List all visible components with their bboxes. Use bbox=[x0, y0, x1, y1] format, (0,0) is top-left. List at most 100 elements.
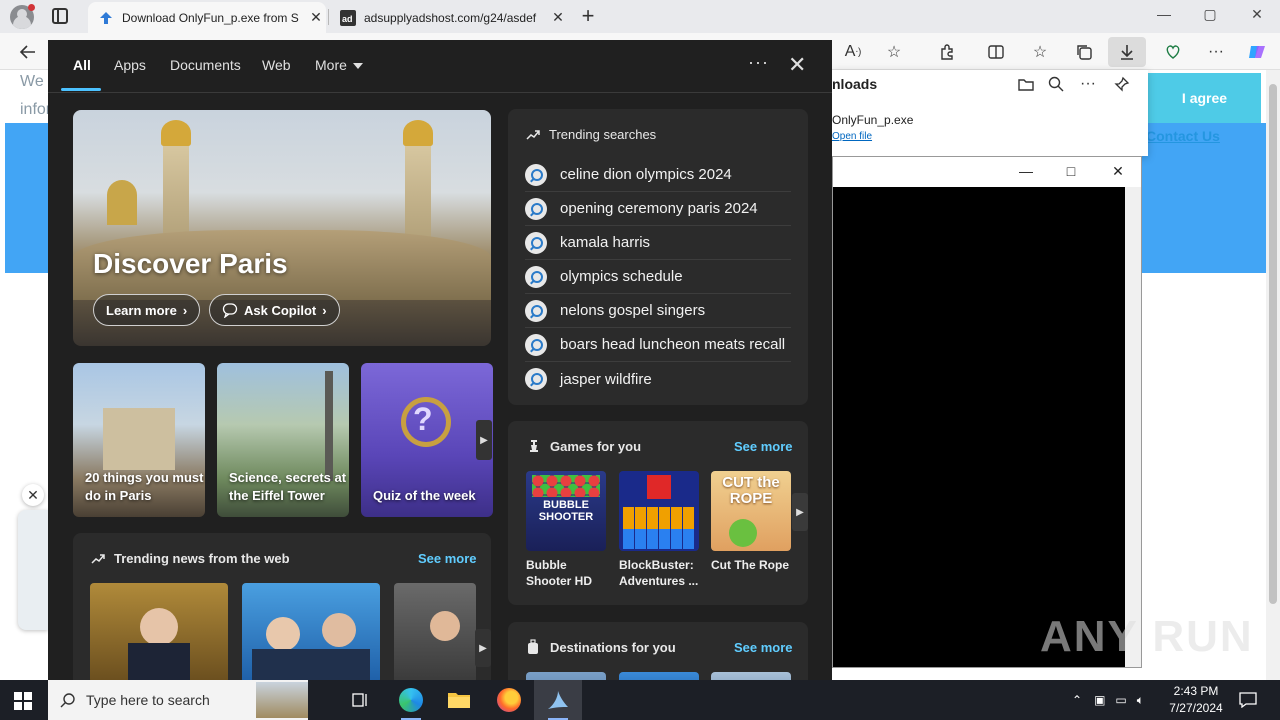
app-window: — □ ✕ bbox=[832, 156, 1142, 668]
person-image bbox=[140, 608, 178, 646]
split-screen-icon[interactable] bbox=[986, 42, 1006, 62]
open-file-link[interactable]: Open file bbox=[832, 131, 872, 142]
carousel-next-button[interactable]: ▶ bbox=[476, 420, 492, 460]
close-tab-icon[interactable]: ✕ bbox=[306, 9, 326, 26]
minimize-window-button[interactable]: — bbox=[1152, 6, 1176, 22]
tab-documents[interactable]: Documents bbox=[170, 57, 241, 73]
tab-more[interactable]: More bbox=[315, 57, 363, 73]
notification-dot-icon bbox=[28, 4, 35, 11]
contact-us-link[interactable]: Contact Us bbox=[1146, 128, 1220, 144]
more-options-icon[interactable]: ··· bbox=[748, 52, 769, 73]
close-window-button[interactable]: ✕ bbox=[1245, 6, 1269, 23]
search-icon bbox=[525, 333, 547, 356]
app-close-button[interactable]: ✕ bbox=[1108, 163, 1128, 180]
destinations-see-more-link[interactable]: See more bbox=[734, 640, 793, 655]
games-next-button[interactable]: ▶ bbox=[792, 493, 808, 531]
downloads-more-icon[interactable]: ··· bbox=[1078, 74, 1098, 94]
trending-search-item[interactable]: celine dion olympics 2024 bbox=[525, 158, 791, 192]
back-arrow-icon[interactable] bbox=[18, 42, 38, 62]
card-20-things-paris[interactable]: 20 things you must do in Paris bbox=[73, 363, 205, 517]
trending-search-item[interactable]: kamala harris bbox=[525, 226, 791, 260]
tab-download-onlyfun[interactable]: Download OnlyFun_p.exe from S ✕ bbox=[88, 2, 326, 33]
windows-start-icon[interactable] bbox=[14, 692, 32, 710]
app-minimize-button[interactable]: — bbox=[1016, 163, 1036, 179]
notifications-icon[interactable] bbox=[1224, 680, 1272, 720]
trending-search-item[interactable]: jasper wildfire bbox=[525, 362, 791, 396]
svg-text:ad: ad bbox=[342, 14, 353, 24]
extensions-icon[interactable] bbox=[937, 42, 957, 62]
trending-search-item[interactable]: nelons gospel singers bbox=[525, 294, 791, 328]
new-tab-button[interactable]: + bbox=[577, 3, 599, 29]
tab-all[interactable]: All bbox=[73, 57, 91, 73]
pin-icon[interactable] bbox=[1112, 74, 1132, 94]
taskbar-search-box[interactable]: Type here to search bbox=[48, 680, 308, 720]
destination-image[interactable] bbox=[526, 672, 606, 680]
floating-ad-card[interactable] bbox=[18, 510, 48, 630]
collections-icon[interactable] bbox=[1074, 42, 1094, 62]
meet-now-icon[interactable]: ▣ bbox=[1094, 693, 1105, 707]
restore-window-button[interactable]: ▢ bbox=[1198, 6, 1222, 23]
file-explorer-icon[interactable] bbox=[435, 680, 483, 720]
news-next-button[interactable]: ▶ bbox=[475, 629, 491, 667]
tab-actions-icon[interactable] bbox=[52, 8, 68, 24]
watermark: ANY RUN bbox=[1040, 612, 1254, 661]
trending-news-section: Trending news from the web See more ▶ bbox=[73, 533, 491, 680]
volume-icon[interactable]: 🔈︎ bbox=[1137, 693, 1144, 708]
app-maximize-button[interactable]: □ bbox=[1061, 163, 1081, 179]
question-mark-icon: ? bbox=[413, 401, 433, 437]
app-scrollbar[interactable] bbox=[1125, 187, 1141, 667]
chevron-up-icon[interactable]: ⌃ bbox=[1072, 693, 1082, 707]
search-icon bbox=[525, 265, 547, 288]
agree-button[interactable]: I agree bbox=[1148, 73, 1261, 123]
favorite-star-icon[interactable]: ☆ bbox=[884, 42, 904, 62]
browser-essentials-icon[interactable] bbox=[1163, 42, 1183, 62]
tab-web[interactable]: Web bbox=[262, 57, 291, 73]
card-caption: 20 things you must do in Paris bbox=[85, 470, 204, 503]
copilot-icon[interactable] bbox=[1247, 42, 1267, 62]
tab-adsupply[interactable]: ad adsupplyadshost.com/g24/asdef ✕ bbox=[330, 2, 568, 33]
discover-paris-hero[interactable]: Discover Paris Learn more › Ask Copilot … bbox=[73, 110, 491, 346]
edge-browser-icon[interactable] bbox=[387, 680, 435, 720]
search-icon bbox=[525, 197, 547, 220]
game-logo-text: BUBBLE SHOOTER bbox=[538, 499, 594, 523]
game-blockbuster[interactable]: BlockBuster: Adventures ... bbox=[619, 471, 699, 589]
news-see-more-link[interactable]: See more bbox=[418, 551, 477, 566]
search-downloads-icon[interactable] bbox=[1046, 74, 1066, 94]
games-see-more-link[interactable]: See more bbox=[734, 439, 793, 454]
close-search-button[interactable]: ✕ bbox=[788, 52, 806, 78]
destination-image[interactable] bbox=[619, 672, 699, 680]
trending-search-item[interactable]: boars head luncheon meats recall bbox=[525, 328, 791, 362]
news-item-image[interactable] bbox=[394, 583, 476, 680]
card-quiz-of-the-week[interactable]: ? Quiz of the week bbox=[361, 363, 493, 517]
favorites-icon[interactable]: ☆ bbox=[1030, 42, 1050, 62]
close-tab-icon[interactable]: ✕ bbox=[548, 9, 568, 26]
trending-search-item[interactable]: opening ceremony paris 2024 bbox=[525, 192, 791, 226]
trending-search-label: jasper wildfire bbox=[560, 370, 652, 388]
page-scrollbar[interactable] bbox=[1266, 70, 1280, 680]
game-cut-the-rope[interactable]: CUT the ROPE Cut The Rope bbox=[711, 471, 791, 573]
firefox-icon[interactable] bbox=[485, 680, 533, 720]
taskbar-search-placeholder: Type here to search bbox=[86, 692, 210, 708]
game-thumbnail: CUT the ROPE bbox=[711, 471, 791, 551]
game-bubble-shooter[interactable]: BUBBLE SHOOTER Bubble Shooter HD bbox=[526, 471, 606, 589]
downloads-icon[interactable] bbox=[1108, 37, 1146, 67]
anyrun-app-icon[interactable] bbox=[534, 680, 582, 720]
header-band bbox=[5, 123, 49, 273]
news-header: Trending news from the web bbox=[114, 551, 290, 566]
open-folder-icon[interactable] bbox=[1016, 74, 1036, 94]
settings-menu-icon[interactable]: ··· bbox=[1206, 42, 1226, 62]
destination-image[interactable] bbox=[711, 672, 791, 680]
news-item-image[interactable] bbox=[90, 583, 228, 680]
block-image bbox=[647, 475, 671, 499]
learn-more-button[interactable]: Learn more › bbox=[93, 294, 201, 326]
scroll-thumb[interactable] bbox=[1269, 84, 1277, 604]
read-aloud-icon[interactable]: A ᐧ) bbox=[843, 42, 863, 62]
trending-search-item[interactable]: olympics schedule bbox=[525, 260, 791, 294]
news-item-image[interactable] bbox=[242, 583, 380, 680]
ask-copilot-button[interactable]: Ask Copilot › bbox=[209, 294, 340, 326]
task-view-icon[interactable] bbox=[336, 680, 384, 720]
card-eiffel-tower[interactable]: Science, secrets at the Eiffel Tower bbox=[217, 363, 349, 517]
tab-apps[interactable]: Apps bbox=[114, 57, 146, 73]
network-icon[interactable]: ▭ bbox=[1115, 693, 1126, 707]
close-icon[interactable]: ✕ bbox=[22, 484, 44, 506]
